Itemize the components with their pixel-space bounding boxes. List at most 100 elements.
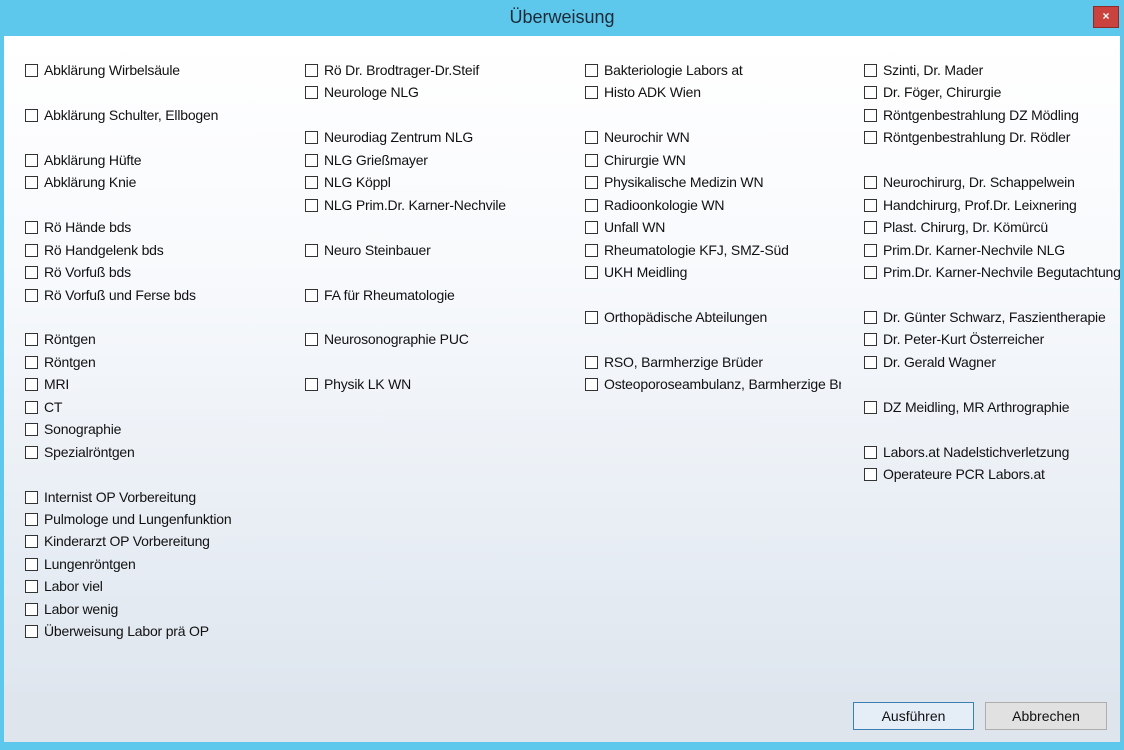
execute-button[interactable]: Ausführen [853, 702, 974, 730]
referral-checkbox[interactable]: DZ Meidling, MR Arthrographie [864, 398, 1070, 416]
referral-checkbox[interactable]: MRI [25, 375, 69, 393]
referral-checkbox[interactable]: Neurosonographie PUC [305, 330, 469, 348]
referral-checkbox[interactable]: Spezialröntgen [25, 443, 135, 461]
checkbox-box[interactable] [305, 198, 318, 212]
cancel-button[interactable]: Abbrechen [985, 702, 1107, 730]
referral-checkbox[interactable]: Dr. Peter-Kurt Österreicher [864, 330, 1044, 348]
referral-checkbox[interactable]: Operateure PCR Labors.at [864, 465, 1045, 483]
checkbox-box[interactable] [864, 63, 877, 77]
checkbox-box[interactable] [864, 130, 877, 144]
referral-checkbox[interactable]: Internist OP Vorbereitung [25, 488, 196, 506]
checkbox-box[interactable] [585, 265, 598, 279]
referral-checkbox[interactable]: Neuro Steinbauer [305, 241, 431, 259]
checkbox-box[interactable] [864, 175, 877, 189]
checkbox-box[interactable] [585, 243, 598, 257]
referral-checkbox[interactable]: Rheumatologie KFJ, SMZ-Süd [585, 241, 789, 259]
checkbox-box[interactable] [25, 243, 38, 257]
referral-checkbox[interactable]: Neurochirurg, Dr. Schappelwein [864, 173, 1075, 191]
referral-checkbox[interactable]: Physik LK WN [305, 375, 411, 393]
referral-checkbox[interactable]: Labors.at Nadelstichverletzung [864, 443, 1069, 461]
checkbox-box[interactable] [864, 220, 877, 234]
referral-checkbox[interactable]: Lungenröntgen [25, 555, 136, 573]
checkbox-box[interactable] [25, 220, 38, 234]
checkbox-box[interactable] [585, 175, 598, 189]
checkbox-box[interactable] [25, 108, 38, 122]
referral-checkbox[interactable]: UKH Meidling [585, 263, 687, 281]
referral-checkbox[interactable]: Abklärung Schulter, Ellbogen [25, 106, 218, 124]
checkbox-box[interactable] [305, 175, 318, 189]
checkbox-box[interactable] [585, 220, 598, 234]
checkbox-box[interactable] [25, 422, 38, 436]
referral-checkbox[interactable]: Überweisung Labor prä OP [25, 622, 209, 640]
referral-checkbox[interactable]: NLG Prim.Dr. Karner-Nechvile [305, 196, 506, 214]
referral-checkbox[interactable]: Rö Handgelenk bds [25, 241, 164, 259]
checkbox-box[interactable] [585, 377, 598, 391]
checkbox-box[interactable] [585, 63, 598, 77]
checkbox-box[interactable] [305, 63, 318, 77]
referral-checkbox[interactable]: Bakteriologie Labors at [585, 61, 743, 79]
checkbox-box[interactable] [864, 467, 877, 481]
checkbox-box[interactable] [864, 310, 877, 324]
title-bar[interactable]: Überweisung × [0, 0, 1124, 36]
checkbox-box[interactable] [305, 153, 318, 167]
checkbox-box[interactable] [864, 108, 877, 122]
referral-checkbox[interactable]: Histo ADK Wien [585, 83, 701, 101]
checkbox-box[interactable] [25, 265, 38, 279]
referral-checkbox[interactable]: Physikalische Medizin WN [585, 173, 764, 191]
checkbox-box[interactable] [25, 512, 38, 526]
referral-checkbox[interactable]: Pulmologe und Lungenfunktion [25, 510, 232, 528]
referral-checkbox[interactable]: Labor viel [25, 577, 103, 595]
checkbox-box[interactable] [25, 175, 38, 189]
referral-checkbox[interactable]: Szinti, Dr. Mader [864, 61, 983, 79]
referral-checkbox[interactable]: Prim.Dr. Karner-Nechvile Begutachtung [864, 263, 1120, 281]
referral-checkbox[interactable]: Dr. Föger, Chirurgie [864, 83, 1001, 101]
checkbox-box[interactable] [25, 355, 38, 369]
referral-checkbox[interactable]: RSO, Barmherzige Brüder [585, 353, 763, 371]
referral-checkbox[interactable]: FA für Rheumatologie [305, 286, 455, 304]
referral-checkbox[interactable]: Rö Vorfuß bds [25, 263, 131, 281]
checkbox-box[interactable] [864, 400, 877, 414]
referral-checkbox[interactable]: Röntgenbestrahlung Dr. Rödler [864, 128, 1070, 146]
referral-checkbox[interactable]: NLG Grießmayer [305, 151, 428, 169]
referral-checkbox[interactable]: Orthopädische Abteilungen [585, 308, 767, 326]
referral-checkbox[interactable]: Rö Hände bds [25, 218, 131, 236]
referral-checkbox[interactable]: Plast. Chirurg, Dr. Kömürcü [864, 218, 1048, 236]
checkbox-box[interactable] [864, 198, 877, 212]
referral-checkbox[interactable]: NLG Köppl [305, 173, 391, 191]
referral-checkbox[interactable]: Röntgenbestrahlung DZ Mödling [864, 106, 1079, 124]
checkbox-box[interactable] [864, 355, 877, 369]
checkbox-box[interactable] [25, 377, 38, 391]
referral-checkbox[interactable]: Sonographie [25, 420, 121, 438]
referral-checkbox[interactable]: Röntgen [25, 330, 96, 348]
checkbox-box[interactable] [25, 153, 38, 167]
referral-checkbox[interactable]: Neurochir WN [585, 128, 690, 146]
checkbox-box[interactable] [25, 624, 38, 638]
checkbox-box[interactable] [25, 288, 38, 302]
referral-checkbox[interactable]: Dr. Gerald Wagner [864, 353, 996, 371]
checkbox-box[interactable] [305, 85, 318, 99]
referral-checkbox[interactable]: CT [25, 398, 62, 416]
checkbox-box[interactable] [585, 310, 598, 324]
referral-checkbox[interactable]: Röntgen [25, 353, 96, 371]
checkbox-box[interactable] [864, 243, 877, 257]
referral-checkbox[interactable]: Rö Vorfuß und Ferse bds [25, 286, 196, 304]
checkbox-box[interactable] [864, 265, 877, 279]
checkbox-box[interactable] [25, 579, 38, 593]
checkbox-box[interactable] [25, 534, 38, 548]
checkbox-box[interactable] [585, 355, 598, 369]
referral-checkbox[interactable]: Prim.Dr. Karner-Nechvile NLG [864, 241, 1065, 259]
referral-checkbox[interactable]: Neurologe NLG [305, 83, 419, 101]
checkbox-box[interactable] [305, 243, 318, 257]
referral-checkbox[interactable]: Abklärung Hüfte [25, 151, 142, 169]
close-button[interactable]: × [1093, 6, 1119, 28]
referral-checkbox[interactable]: Rö Dr. Brodtrager-Dr.Steif [305, 61, 479, 79]
referral-checkbox[interactable]: Osteoporoseambulanz, Barmherzige Brüd [585, 375, 841, 393]
checkbox-box[interactable] [25, 557, 38, 571]
referral-checkbox[interactable]: Radioonkologie WN [585, 196, 725, 214]
checkbox-box[interactable] [25, 490, 38, 504]
referral-checkbox[interactable]: Handchirurg, Prof.Dr. Leixnering [864, 196, 1077, 214]
checkbox-box[interactable] [585, 198, 598, 212]
checkbox-box[interactable] [864, 85, 877, 99]
checkbox-box[interactable] [25, 445, 38, 459]
checkbox-box[interactable] [864, 445, 877, 459]
